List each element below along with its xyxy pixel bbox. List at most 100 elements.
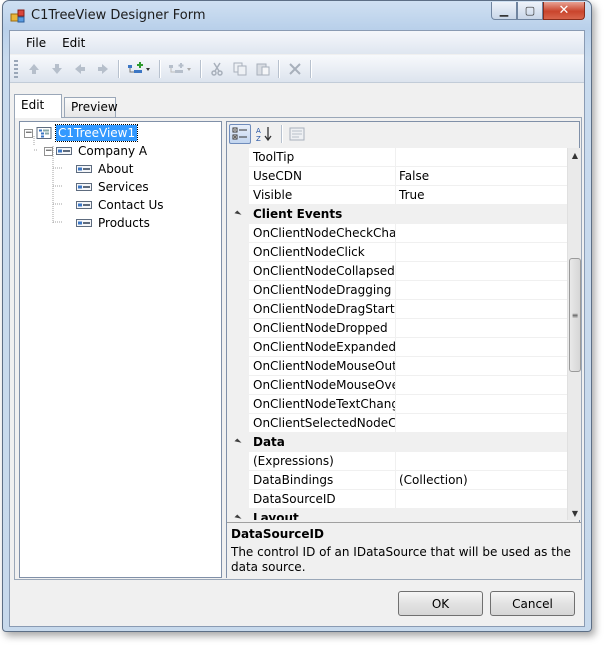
row-gutter xyxy=(227,319,249,337)
property-value[interactable] xyxy=(396,490,567,508)
alphabetical-view-button[interactable]: A Z xyxy=(253,124,275,144)
svg-text:A: A xyxy=(256,127,261,135)
property-row[interactable]: OnClientSelectedNodeChar xyxy=(227,414,567,433)
property-row[interactable]: ToolTip xyxy=(227,148,567,167)
scroll-thumb[interactable]: ≡ xyxy=(569,258,581,372)
property-row[interactable]: OnClientNodeExpanded xyxy=(227,338,567,357)
paste-button[interactable] xyxy=(251,58,274,80)
property-row[interactable]: OnClientNodeMouseOut xyxy=(227,357,567,376)
property-name: OnClientSelectedNodeChar xyxy=(249,414,396,432)
tree-node-icon xyxy=(76,183,92,191)
toolbar-separator xyxy=(310,59,311,78)
property-row[interactable]: OnClientNodeTextChangec xyxy=(227,395,567,414)
cut-button[interactable] xyxy=(205,58,228,80)
tree-view[interactable]: − C1TreeView1 − Company A About Services… xyxy=(19,121,222,578)
title-bar[interactable]: C1TreeView Designer Form ▁ ▢ ✕ xyxy=(3,1,591,31)
property-row[interactable]: OnClientNodeCollapsed xyxy=(227,262,567,281)
delete-button[interactable] xyxy=(283,58,306,80)
row-gutter xyxy=(227,167,249,185)
property-pages-icon xyxy=(289,127,305,141)
tree-node-label[interactable]: About xyxy=(96,161,135,177)
property-name: DataBindings xyxy=(249,471,396,489)
property-pages-button[interactable] xyxy=(286,124,308,144)
move-up-button[interactable] xyxy=(22,58,45,80)
cancel-button[interactable]: Cancel xyxy=(490,591,575,616)
menu-file[interactable]: File xyxy=(18,34,54,52)
property-value[interactable] xyxy=(396,319,567,337)
insert-node-button[interactable] xyxy=(164,58,196,80)
property-value[interactable]: (Collection) xyxy=(396,471,567,489)
category-row[interactable]: Layout xyxy=(227,509,567,520)
tree-node-icon xyxy=(76,219,92,227)
property-value[interactable] xyxy=(396,300,567,318)
property-value[interactable] xyxy=(396,243,567,261)
category-collapse-toggle[interactable] xyxy=(227,433,249,451)
tree-node-label[interactable]: Services xyxy=(96,179,151,195)
maximize-button[interactable]: ▢ xyxy=(517,2,543,20)
property-row[interactable]: DataBindings (Collection) xyxy=(227,471,567,490)
property-row[interactable]: UseCDN False xyxy=(227,167,567,186)
property-row[interactable]: Visible True xyxy=(227,186,567,205)
scroll-down-button[interactable]: ▼ xyxy=(568,506,582,520)
property-value[interactable] xyxy=(396,262,567,280)
ok-button[interactable]: OK xyxy=(398,591,483,616)
property-row[interactable]: OnClientNodeDragStarted xyxy=(227,300,567,319)
tree-node[interactable]: Contact Us xyxy=(76,196,166,214)
property-row[interactable]: OnClientNodeCheckChang xyxy=(227,224,567,243)
row-gutter xyxy=(227,490,249,508)
property-value[interactable] xyxy=(396,338,567,356)
toolbar-grip[interactable] xyxy=(14,59,18,78)
category-row[interactable]: Client Events xyxy=(227,205,567,224)
property-value[interactable]: True xyxy=(396,186,567,204)
tree-node[interactable]: − C1TreeView1 xyxy=(24,124,139,142)
property-row[interactable]: (Expressions) xyxy=(227,452,567,471)
row-gutter xyxy=(227,148,249,166)
tab-preview[interactable]: Preview xyxy=(64,97,118,117)
property-value[interactable] xyxy=(396,452,567,470)
close-button[interactable]: ✕ xyxy=(543,2,585,20)
property-name: UseCDN xyxy=(249,167,396,185)
property-value[interactable] xyxy=(396,224,567,242)
property-grid[interactable]: ToolTip UseCDN False Visible True Client E… xyxy=(227,148,567,520)
collapse-toggle[interactable]: − xyxy=(24,128,33,138)
property-value[interactable] xyxy=(396,281,567,299)
tree-node[interactable]: − Company A xyxy=(44,142,149,160)
scroll-up-button[interactable]: ▲ xyxy=(568,148,582,162)
add-child-node-button[interactable] xyxy=(123,58,155,80)
tree-node[interactable]: About xyxy=(76,160,135,178)
category-collapse-toggle[interactable] xyxy=(227,509,249,520)
property-value[interactable] xyxy=(396,357,567,375)
property-description-pane: DataSourceID The control ID of an IDataS… xyxy=(227,522,581,578)
property-row-selected[interactable]: DataSourceID xyxy=(227,490,567,509)
category-row[interactable]: Data xyxy=(227,433,567,452)
description-text: The control ID of an IDataSource that wi… xyxy=(231,545,571,574)
copy-button[interactable] xyxy=(228,58,251,80)
menu-edit[interactable]: Edit xyxy=(54,34,93,52)
property-row[interactable]: OnClientNodeDragging xyxy=(227,281,567,300)
property-value[interactable] xyxy=(396,148,567,166)
tree-node[interactable]: Services xyxy=(76,178,151,196)
property-value[interactable] xyxy=(396,395,567,413)
category-collapse-toggle[interactable] xyxy=(227,205,249,223)
tree-node[interactable]: Products xyxy=(76,214,152,232)
collapse-toggle[interactable]: − xyxy=(44,146,53,156)
property-row[interactable]: OnClientNodeMouseOver xyxy=(227,376,567,395)
property-value[interactable] xyxy=(396,414,567,432)
move-down-button[interactable] xyxy=(45,58,68,80)
property-value[interactable]: False xyxy=(396,167,567,185)
property-row[interactable]: OnClientNodeDropped xyxy=(227,319,567,338)
categorized-view-button[interactable] xyxy=(229,124,251,144)
tree-node-label[interactable]: Contact Us xyxy=(96,197,166,213)
property-row[interactable]: OnClientNodeClick xyxy=(227,243,567,262)
close-icon: ✕ xyxy=(558,3,570,18)
minimize-button[interactable]: ▁ xyxy=(491,2,517,20)
property-grid-scrollbar[interactable]: ▲ ≡ ▼ xyxy=(567,148,581,520)
tree-node-label[interactable]: C1TreeView1 xyxy=(54,124,139,142)
tab-edit[interactable]: Edit xyxy=(14,94,62,118)
tree-node-label[interactable]: Company A xyxy=(76,143,149,159)
property-value[interactable] xyxy=(396,376,567,394)
move-right-button[interactable] xyxy=(91,58,114,80)
tree-node-label[interactable]: Products xyxy=(96,215,152,231)
category-name: Client Events xyxy=(253,207,343,221)
move-left-button[interactable] xyxy=(68,58,91,80)
